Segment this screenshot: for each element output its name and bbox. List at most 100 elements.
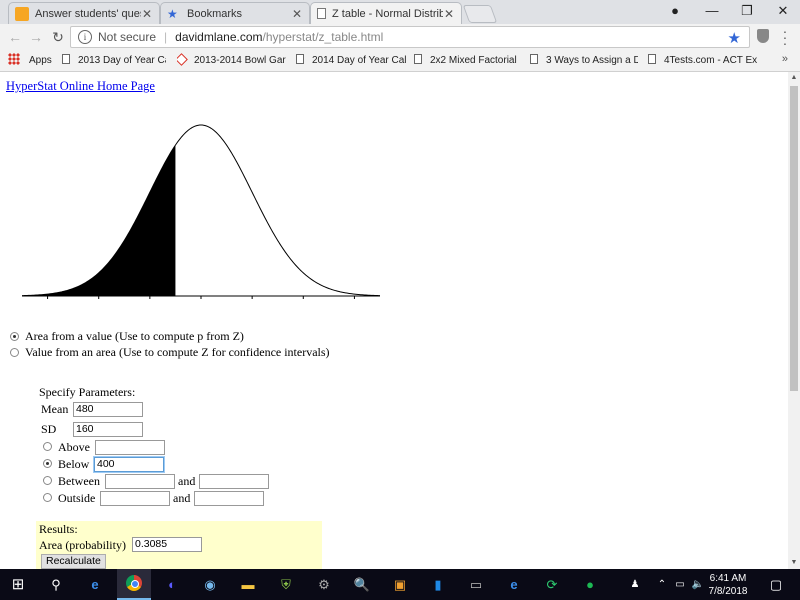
edge-icon[interactable]: e <box>504 575 524 595</box>
sd-input[interactable]: 160 <box>73 422 143 437</box>
magnifier-icon[interactable]: 🔍 <box>352 575 372 595</box>
close-icon[interactable]: ✕ <box>141 7 153 21</box>
volume-icon[interactable]: 🔈 <box>688 575 708 595</box>
new-tab-button[interactable] <box>462 5 498 23</box>
radio-area-from-value[interactable] <box>10 332 19 341</box>
system-clock[interactable]: 6:41 AM 7/8/2018 <box>708 572 748 598</box>
chevron-up-icon[interactable]: ⌃ <box>652 575 672 595</box>
outside-low-input[interactable] <box>100 491 170 506</box>
mode-option-value[interactable]: Value from an area (Use to compute Z for… <box>10 345 330 360</box>
tab-answer-students[interactable]: Answer students' questio ✕ <box>8 2 160 24</box>
tab-title: Bookmarks <box>187 7 243 20</box>
chevron-right-icon[interactable]: » <box>782 53 788 65</box>
back-button[interactable]: ← <box>6 28 24 46</box>
windows-taskbar: ⊞ ⚲ e ◐ ◉ ▬ ⛨ ⚙ 🔍 ▣ ▮ ▭ e ⟳ ● ♟ ⌃ ▭ 🔈 6:… <box>0 569 800 600</box>
page-scrollbar[interactable]: ▲ ▼ <box>788 72 800 569</box>
scroll-thumb[interactable] <box>790 86 798 391</box>
bookmark-star-icon[interactable]: ★ <box>728 29 741 47</box>
info-icon[interactable]: i <box>78 30 92 44</box>
tab-z-table[interactable]: Z table - Normal Distribu ✕ <box>310 2 462 24</box>
radio-outside[interactable] <box>43 493 52 502</box>
recalculate-button[interactable]: Recalculate <box>41 554 106 569</box>
radio-between[interactable] <box>43 476 52 485</box>
x-tick-label: 480 <box>194 299 208 300</box>
page-icon <box>530 54 538 64</box>
chrome-icon[interactable] <box>124 575 144 595</box>
internet-explorer-icon[interactable]: e <box>85 575 105 595</box>
browser-toolbar: ← → ↻ i Not secure | davidmlane.com/hype… <box>0 24 800 50</box>
address-bar[interactable]: i Not secure | davidmlane.com/hyperstat/… <box>70 26 750 48</box>
extension-shield-icon[interactable] <box>757 29 769 43</box>
above-input[interactable] <box>95 440 165 455</box>
outside-high-input[interactable] <box>194 491 264 506</box>
x-tick-label: 800 <box>297 299 311 300</box>
settings-icon[interactable]: ⚙ <box>314 575 334 595</box>
close-icon[interactable]: ✕ <box>291 7 303 21</box>
above-label: Above <box>58 440 90 454</box>
radio-below[interactable] <box>43 459 52 468</box>
below-input[interactable]: 400 <box>93 456 165 473</box>
url-path: /hyperstat/z_table.html <box>262 30 384 44</box>
mean-label: Mean <box>41 402 69 416</box>
x-tick-label: 0 <box>45 299 50 300</box>
spotify-icon[interactable]: ● <box>580 575 600 595</box>
bookmark-item[interactable]: 4Tests.com - ACT Ex <box>648 53 758 68</box>
area-output[interactable]: 0.3085 <box>132 537 202 552</box>
radio-value-from-area[interactable] <box>10 348 19 357</box>
people-icon[interactable]: ♟ <box>625 575 645 595</box>
photo-app-icon[interactable]: ▣ <box>390 575 410 595</box>
page-content: HyperStat Online Home Page 0 160 320 480 640… <box>0 72 788 569</box>
bookmark-item[interactable]: 2013 Day of Year Ca <box>62 53 166 68</box>
terminal-icon[interactable]: ▭ <box>466 575 486 595</box>
mode-label: Value from an area (Use to compute Z for… <box>25 345 330 359</box>
profile-icon[interactable]: ● <box>658 0 692 22</box>
page-icon <box>317 8 326 19</box>
between-label: Between <box>58 474 100 488</box>
x-tick-label: 640 <box>245 299 259 300</box>
bookmark-star-icon: ★ <box>167 6 178 21</box>
reload-button[interactable]: ↻ <box>49 28 67 46</box>
camera-icon[interactable]: ◉ <box>200 575 220 595</box>
bookmark-item[interactable]: 2014 Day of Year Cal <box>296 53 406 68</box>
clock-time: 6:41 AM <box>709 573 747 584</box>
battery-icon[interactable]: ▭ <box>670 575 690 595</box>
outside-label: Outside <box>58 491 96 505</box>
mode-option-area[interactable]: Area from a value (Use to compute p from… <box>10 329 244 344</box>
bookmark-apps[interactable]: Apps <box>8 53 52 68</box>
windows-start-icon[interactable]: ⊞ <box>8 575 28 595</box>
page-icon <box>296 54 304 64</box>
x-tick-label: 960 <box>348 299 362 300</box>
file-explorer-icon[interactable]: ▬ <box>238 575 258 595</box>
home-page-link[interactable]: HyperStat Online Home Page <box>6 79 155 94</box>
shield-app-icon[interactable]: ⛨ <box>276 575 296 595</box>
bookmark-label: 2013 Day of Year Ca <box>78 55 166 66</box>
mean-input[interactable]: 480 <box>73 402 143 417</box>
close-icon[interactable]: ✕ <box>443 7 455 21</box>
bookmark-item[interactable]: 2x2 Mixed Factorial <box>414 53 522 68</box>
between-low-input[interactable] <box>105 474 175 489</box>
refresh-app-icon[interactable]: ⟳ <box>542 575 562 595</box>
menu-icon[interactable]: · · · <box>781 24 789 50</box>
apps-grid-icon <box>8 53 20 65</box>
bookmark-item[interactable]: 2013-2014 Bowl Gar <box>177 53 287 68</box>
forward-button[interactable]: → <box>27 28 45 46</box>
notifications-icon[interactable]: ▢ <box>766 575 786 595</box>
bookmark-item[interactable]: 3 Ways to Assign a D <box>530 53 638 68</box>
search-icon[interactable]: ⚲ <box>46 575 66 595</box>
radio-above[interactable] <box>43 442 52 451</box>
bookmark-label: 4Tests.com - ACT Ex <box>664 55 758 66</box>
below-label: Below <box>58 457 90 471</box>
tab-strip: Answer students' questio ✕ ★ Bookmarks ✕… <box>0 0 800 24</box>
bookmark-label: 2013-2014 Bowl Gar <box>194 55 286 66</box>
usb-app-icon[interactable]: ▮ <box>428 575 448 595</box>
tab-bookmarks[interactable]: ★ Bookmarks ✕ <box>160 2 310 24</box>
close-window-button[interactable]: ✕ <box>766 0 800 22</box>
firefox-icon[interactable]: ◐ <box>162 575 182 595</box>
maximize-button[interactable]: ❐ <box>730 0 764 22</box>
bookmark-label: 3 Ways to Assign a D <box>546 55 638 66</box>
area-label: Area (probability) <box>39 538 126 552</box>
minimize-button[interactable]: — <box>695 0 729 22</box>
between-high-input[interactable] <box>199 474 269 489</box>
scroll-up-arrow[interactable]: ▲ <box>788 72 800 84</box>
scroll-down-arrow[interactable]: ▼ <box>788 557 800 569</box>
